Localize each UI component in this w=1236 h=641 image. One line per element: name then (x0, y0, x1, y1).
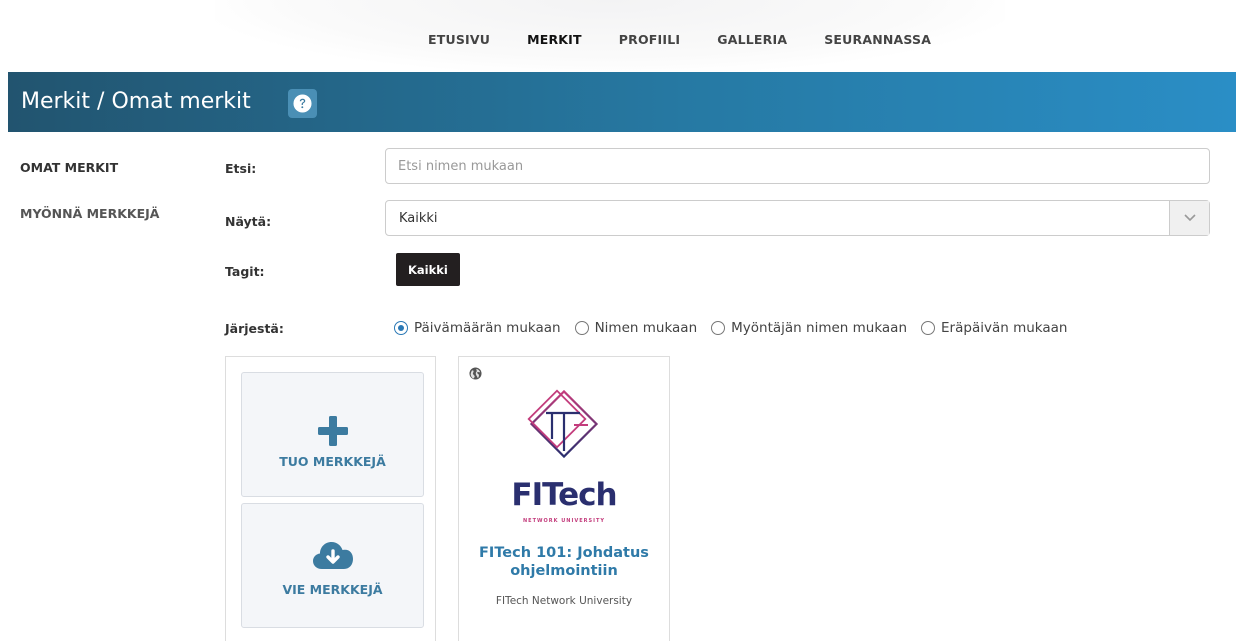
sort-options: Päivämäärän mukaan Nimen mukaan Myöntäjä… (394, 320, 1081, 336)
page-header: Merkit / Omat merkit (8, 72, 1236, 132)
sort-option-label: Eräpäivän mukaan (941, 320, 1068, 336)
sort-option-label: Nimen mukaan (594, 320, 698, 336)
cloud-download-icon (312, 542, 353, 569)
plus-icon (317, 416, 348, 446)
nav-menu: ETUSIVU MERKIT PROFIILI GALLERIA SEURANN… (428, 32, 968, 47)
nav-item-merkit[interactable]: MERKIT (527, 32, 582, 47)
sidebar-item-myonna-merkkeja[interactable]: MYÖNNÄ MERKKEJÄ (20, 206, 159, 221)
show-label: Näytä: (225, 214, 272, 229)
export-badges-label: VIE MERKKEJÄ (282, 582, 383, 597)
nav-item-etusivu[interactable]: ETUSIVU (428, 32, 490, 47)
page-title: Merkit / Omat merkit (21, 89, 251, 114)
badge-logo-text: FITech (511, 477, 616, 513)
globe-icon (469, 367, 482, 380)
top-navigation: ETUSIVU MERKIT PROFIILI GALLERIA SEURANN… (0, 0, 1236, 72)
radio-checked-icon[interactable] (394, 321, 408, 335)
nav-item-seurannassa[interactable]: SEURANNASSA (824, 32, 931, 47)
sort-option-label: Päivämäärän mukaan (414, 320, 561, 336)
fitech-logo: FITech NETWORK UNIVERSITY (511, 389, 618, 524)
search-label: Etsi: (225, 161, 257, 176)
show-select-value: Kaikki (399, 211, 438, 226)
nav-item-profiili[interactable]: PROFIILI (619, 32, 680, 47)
search-input[interactable] (385, 148, 1210, 184)
sidebar: OMAT MERKIT MYÖNNÄ MERKKEJÄ (20, 160, 159, 252)
radio-unchecked-icon[interactable] (574, 321, 589, 335)
badge-card[interactable]: FITech NETWORK UNIVERSITY FITech 101: Jo… (458, 356, 670, 641)
badge-logo-subtext: NETWORK UNIVERSITY (523, 518, 605, 524)
sort-option-date[interactable]: Päivämäärän mukaan (394, 320, 561, 336)
chevron-down-icon[interactable] (1169, 201, 1209, 235)
radio-unchecked-icon[interactable] (921, 321, 936, 335)
sort-option-label: Myöntäjän nimen mukaan (731, 320, 908, 336)
sort-option-expiry[interactable]: Eräpäivän mukaan (921, 320, 1067, 336)
sort-option-name[interactable]: Nimen mukaan (574, 320, 698, 336)
tag-filter-all-button[interactable]: Kaikki (396, 253, 460, 286)
import-badges-button[interactable]: TUO MERKKEJÄ (241, 372, 424, 497)
sidebar-item-omat-merkit[interactable]: OMAT MERKIT (20, 160, 159, 175)
badge-title[interactable]: FITech 101: Johdatus ohjelmointiin (459, 544, 669, 580)
tags-label: Tagit: (225, 264, 265, 279)
actions-panel: TUO MERKKEJÄ VIE MERKKEJÄ (225, 356, 436, 641)
question-circle-icon[interactable] (288, 89, 317, 118)
badge-issuer: FITech Network University (495, 595, 633, 607)
sort-option-issuer[interactable]: Myöntäjän nimen mukaan (711, 320, 907, 336)
nav-item-galleria[interactable]: GALLERIA (717, 32, 787, 47)
radio-unchecked-icon[interactable] (711, 321, 726, 335)
sort-label: Järjestä: (225, 321, 284, 336)
import-badges-label: TUO MERKKEJÄ (279, 454, 386, 469)
export-badges-button[interactable]: VIE MERKKEJÄ (241, 503, 424, 628)
show-select[interactable]: Kaikki (385, 200, 1210, 236)
